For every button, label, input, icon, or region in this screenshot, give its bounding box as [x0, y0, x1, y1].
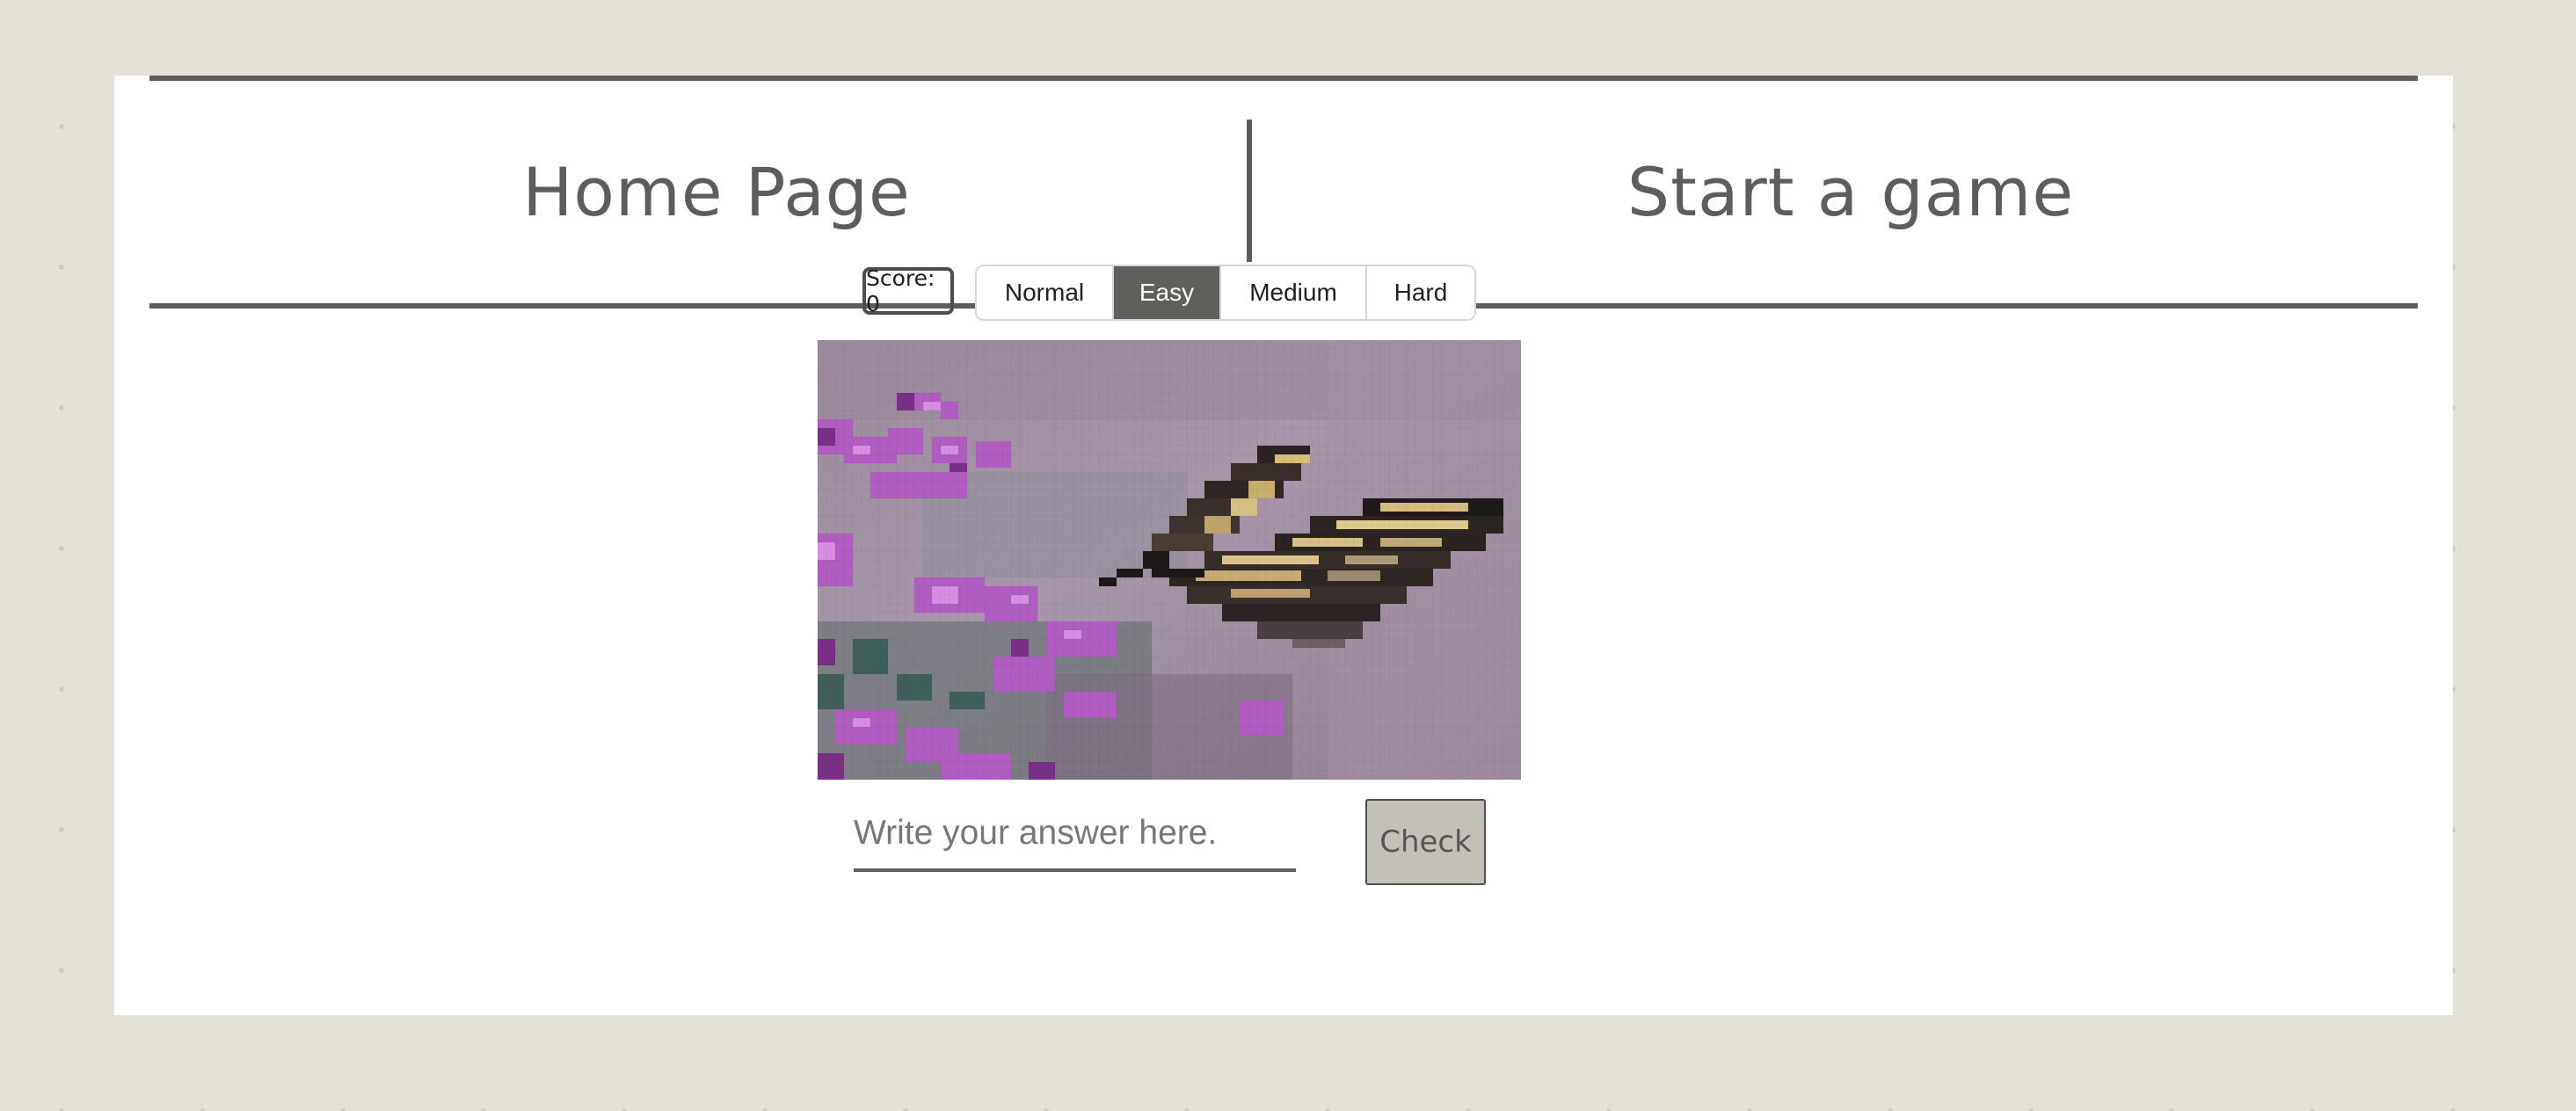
level-normal-button[interactable]: Normal	[977, 266, 1114, 319]
pixelated-butterfly-image	[818, 340, 1521, 780]
nav-divider	[1247, 120, 1252, 262]
level-hard-button[interactable]: Hard	[1367, 266, 1474, 319]
answer-input[interactable]	[854, 798, 1296, 872]
level-easy-button[interactable]: Easy	[1114, 266, 1221, 319]
level-medium-button[interactable]: Medium	[1221, 266, 1367, 319]
score-display: Score: 0	[862, 265, 954, 316]
check-button[interactable]: Check	[1365, 799, 1486, 885]
difficulty-selector: Normal Easy Medium Hard	[975, 265, 1476, 321]
